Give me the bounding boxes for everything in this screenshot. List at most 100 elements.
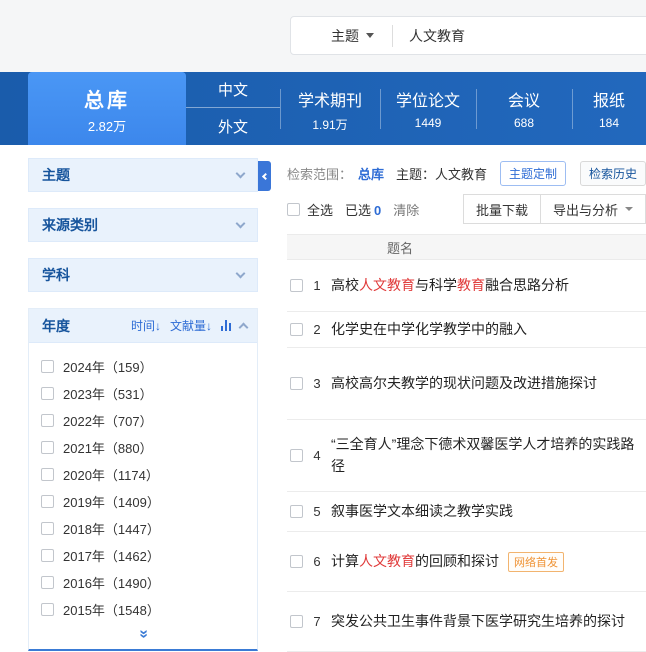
topic-customize-button[interactable]: 主题定制 [500, 161, 566, 186]
result-checkbox[interactable] [290, 279, 303, 292]
filter-section-source-type[interactable]: 来源类别 [28, 208, 258, 242]
network-first-badge: 网络首发 [508, 552, 564, 572]
result-index: 3 [312, 376, 322, 391]
result-title-link[interactable]: 叙事医学文本细读之教学实践 [331, 501, 513, 523]
expand-more-years-button[interactable]: » [29, 625, 257, 649]
sort-by-count-button[interactable]: 文献量↓ [170, 317, 212, 334]
export-analyze-button[interactable]: 导出与分析 [540, 194, 646, 224]
tab-count: 184 [572, 116, 646, 130]
result-table-header: 题名 [287, 234, 646, 260]
year-label: 2022年（707） [63, 411, 153, 430]
result-checkbox[interactable] [290, 323, 303, 336]
tab-count: 688 [476, 116, 572, 130]
tab-foreign[interactable]: 外文 [186, 108, 280, 144]
result-row: 6计算人文教育的回顾和探讨网络首发 [287, 532, 646, 592]
result-checkbox[interactable] [290, 615, 303, 628]
chevron-down-icon [236, 219, 246, 229]
result-row: 4 “三全育人”理念下德术双馨医学人才培养的实践路径 [287, 420, 646, 492]
tab-academic-journals[interactable]: 学术期刊 1.91万 [280, 72, 380, 145]
year-filter-item[interactable]: 2020年（1174） [41, 461, 247, 488]
tab-label: 学术期刊 [280, 87, 380, 111]
filter-section-discipline[interactable]: 学科 [28, 258, 258, 292]
year-checkbox[interactable] [41, 468, 54, 481]
select-all[interactable]: 全选 [287, 200, 333, 219]
year-filter-item[interactable]: 2019年（1409） [41, 488, 247, 515]
chevron-up-icon [239, 323, 249, 333]
search-field-label: 主题 [331, 26, 359, 46]
year-filter-item[interactable]: 2024年（159） [41, 353, 247, 380]
tab-chinese[interactable]: 中文 [186, 72, 280, 108]
year-checkbox[interactable] [41, 495, 54, 508]
collapse-sidebar-button[interactable] [258, 161, 271, 191]
result-checkbox[interactable] [290, 377, 303, 390]
result-title-link[interactable]: 计算人文教育的回顾和探讨 [331, 551, 499, 573]
result-title-link[interactable]: “三全育人”理念下德术双馨医学人才培养的实践路径 [331, 434, 646, 477]
year-filter-item[interactable]: 2021年（880） [41, 434, 247, 461]
double-chevron-down-icon: » [134, 630, 152, 639]
year-label: 2016年（1490） [63, 573, 160, 592]
year-checkbox[interactable] [41, 360, 54, 373]
year-checkbox[interactable] [41, 603, 54, 616]
section-label: 年度 [42, 316, 70, 336]
year-label: 2015年（1548） [63, 600, 160, 619]
year-checkbox[interactable] [41, 441, 54, 454]
tab-conferences[interactable]: 会议 688 [476, 72, 572, 145]
search-history-button[interactable]: 检索历史 [580, 161, 646, 186]
selected-count: 已选0 [345, 200, 381, 219]
sort-by-time-button[interactable]: 时间↓ [131, 317, 161, 334]
result-checkbox[interactable] [290, 505, 303, 518]
chevron-down-icon [236, 269, 246, 279]
toolbar-actions: 批量下载 导出与分析 [463, 194, 646, 224]
column-title: 题名 [387, 238, 413, 257]
result-index: 7 [312, 614, 322, 629]
database-navbar: 总库 2.82万 中文 外文 学术期刊 1.91万 学位论文 1449 会议 6… [0, 72, 646, 145]
tab-label: 会议 [476, 87, 572, 111]
year-checkbox[interactable] [41, 387, 54, 400]
filter-section-topic[interactable]: 主题 [28, 158, 258, 192]
year-filter-item[interactable]: 2023年（531） [41, 380, 247, 407]
search-field-dropdown[interactable]: 主题 [291, 17, 392, 54]
sort-arrow-icon: ↓ [155, 319, 161, 333]
result-row: 5叙事医学文本细读之教学实践 [287, 492, 646, 532]
filter-section-year[interactable]: 年度 时间↓ 文献量↓ [29, 309, 257, 343]
year-filter-item[interactable]: 2022年（707） [41, 407, 247, 434]
cnki-search-results-page: 主题 总库 2.82万 中文 外文 学术期刊 1.91万 学位论文 1449 [0, 0, 646, 652]
clear-selection-button[interactable]: 清除 [393, 200, 419, 219]
scope-value-link[interactable]: 总库 [358, 164, 384, 183]
year-filter-item[interactable]: 2015年（1548） [41, 596, 247, 623]
result-title-link[interactable]: 高校高尔夫教学的现状问题及改进措施探讨 [331, 373, 597, 395]
search-scope-bar: 检索范围： 总库 主题：人文教育 主题定制 检索历史 [287, 158, 646, 188]
year-filter-item[interactable]: 2016年（1490） [41, 569, 247, 596]
result-title-link[interactable]: 突发公共卫生事件背景下医学研究生培养的探讨 [331, 611, 625, 633]
year-filter-item[interactable]: 2018年（1447） [41, 515, 247, 542]
result-row: 1高校人文教育与科学教育融合思路分析 [287, 260, 646, 312]
tab-count: 1.91万 [280, 116, 380, 133]
search-input[interactable] [393, 28, 646, 44]
select-all-checkbox[interactable] [287, 203, 300, 216]
year-checkbox[interactable] [41, 522, 54, 535]
result-list: 1高校人文教育与科学教育融合思路分析2化学史在中学化学教学中的融入3高校高尔夫教… [287, 260, 646, 652]
result-row: 7 突发公共卫生事件背景下医学研究生培养的探讨 [287, 592, 646, 652]
tab-count: 1449 [380, 116, 476, 130]
result-checkbox[interactable] [290, 449, 303, 462]
chevron-down-icon [236, 169, 246, 179]
result-checkbox[interactable] [290, 555, 303, 568]
language-switch: 中文 外文 [186, 72, 280, 145]
year-label: 2021年（880） [63, 438, 153, 457]
tab-dissertations[interactable]: 学位论文 1449 [380, 72, 476, 145]
year-checkbox[interactable] [41, 414, 54, 427]
year-checkbox[interactable] [41, 576, 54, 589]
batch-download-button[interactable]: 批量下载 [463, 194, 541, 224]
bar-chart-icon[interactable] [221, 320, 231, 331]
tab-newspapers[interactable]: 报纸 184 [572, 72, 646, 145]
result-index: 4 [312, 448, 322, 463]
tab-label: 学位论文 [380, 87, 476, 111]
year-filter-item[interactable]: 2017年（1462） [41, 542, 247, 569]
result-title-link[interactable]: 高校人文教育与科学教育融合思路分析 [331, 275, 569, 297]
result-title-link[interactable]: 化学史在中学化学教学中的融入 [331, 319, 527, 341]
database-tabs: 学术期刊 1.91万 学位论文 1449 会议 688 报纸 184 [280, 72, 646, 145]
year-label: 2024年（159） [63, 357, 153, 376]
year-label: 2020年（1174） [63, 465, 159, 484]
year-checkbox[interactable] [41, 549, 54, 562]
tab-total-library[interactable]: 总库 2.82万 [28, 72, 186, 145]
